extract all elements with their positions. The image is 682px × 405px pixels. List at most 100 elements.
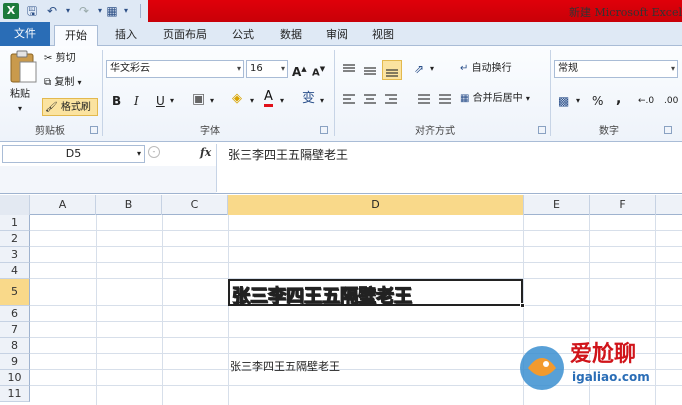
number-group-label: 数字 — [599, 126, 619, 137]
cell-d9-value[interactable]: 张三李四王五隔壁老王 — [230, 358, 340, 374]
insert-function-button[interactable]: fx — [200, 146, 211, 159]
cut-button[interactable]: ✂ 剪切 — [44, 50, 76, 68]
row-header-8[interactable]: 8 — [0, 338, 30, 354]
shrink-font-button[interactable]: A▼ — [312, 60, 325, 82]
row-header-11[interactable]: 11 — [0, 386, 30, 402]
fill-color-dropdown-icon[interactable]: ▾ — [250, 92, 254, 110]
font-color-icon[interactable]: A — [264, 90, 273, 107]
row-header-1[interactable]: 1 — [0, 215, 30, 231]
cut-label: 剪切 — [55, 53, 76, 64]
percent-button[interactable]: % — [592, 92, 603, 110]
tab-home[interactable]: 开始 — [54, 25, 98, 47]
chevron-down-icon: ▾ — [136, 149, 141, 158]
comma-button[interactable]: , — [616, 90, 621, 108]
borders-dropdown-icon[interactable]: ▾ — [210, 92, 214, 110]
select-all-button[interactable] — [0, 195, 30, 215]
column-header-a[interactable]: A — [30, 195, 96, 215]
grow-font-button[interactable]: A▲ — [292, 60, 307, 81]
watermark: 爱尬聊 igaliao.com — [512, 322, 682, 405]
phonetic-button[interactable]: 变 — [302, 90, 315, 108]
column-headers: A B C D E F — [0, 195, 682, 215]
merge-center-label: 合并后居中 — [472, 93, 523, 104]
number-format-value: 常规 — [558, 63, 578, 74]
clipboard-group-label: 剪贴板 — [35, 126, 65, 137]
copy-icon: ⧉ — [44, 77, 52, 88]
orientation-dropdown-icon[interactable]: ▾ — [430, 60, 434, 78]
underline-dropdown-icon[interactable]: ▾ — [170, 92, 174, 110]
redo-icon[interactable]: ↷ — [76, 3, 92, 19]
paste-dropdown-icon[interactable]: ▾ — [18, 100, 22, 118]
column-header-f[interactable]: F — [590, 195, 656, 215]
cell-d5-selected[interactable]: 张三李四王五隔壁老王 — [228, 279, 525, 308]
formula-input[interactable]: 张三李四王五隔壁老王 — [228, 146, 348, 163]
decrease-decimal-icon[interactable]: .00 — [664, 92, 678, 110]
merge-dropdown-icon[interactable]: ▾ — [526, 94, 530, 103]
undo-dropdown-icon[interactable]: ▾ — [60, 3, 76, 19]
alignment-launcher-icon[interactable] — [538, 126, 546, 134]
increase-decimal-icon[interactable]: ←.0 — [638, 92, 654, 110]
title-bar-highlight: 新建 Microsoft Excel — [148, 0, 682, 22]
watermark-url: igaliao.com — [572, 370, 650, 384]
bold-button[interactable]: B — [112, 92, 121, 110]
group-separator — [334, 50, 335, 136]
clipboard-launcher-icon[interactable] — [90, 126, 98, 134]
fill-handle[interactable] — [520, 303, 525, 308]
row-header-4[interactable]: 4 — [0, 263, 30, 279]
number-launcher-icon[interactable] — [664, 126, 672, 134]
tab-data[interactable]: 数据 — [272, 25, 310, 46]
bottom-align-icon — [386, 69, 398, 77]
copy-button[interactable]: ⧉ 复制 ▾ — [44, 74, 82, 92]
format-painter-button[interactable]: 🖌 格式刷 — [42, 98, 98, 116]
merge-center-button[interactable]: ▦ 合并后居中 ▾ — [460, 90, 530, 108]
tab-formulas[interactable]: 公式 — [224, 25, 262, 46]
currency-dropdown-icon[interactable]: ▾ — [576, 92, 580, 110]
row-header-5[interactable]: 5 — [0, 279, 30, 306]
tab-review[interactable]: 审阅 — [318, 25, 356, 46]
column-header-d[interactable]: D — [228, 195, 524, 215]
grid-line — [96, 215, 97, 405]
copy-dropdown-icon[interactable]: ▾ — [78, 78, 82, 87]
font-name-value: 华文彩云 — [110, 63, 150, 74]
undo-icon[interactable]: ↶ — [44, 3, 60, 19]
font-launcher-icon[interactable] — [320, 126, 328, 134]
currency-icon[interactable]: ▩ — [558, 92, 569, 110]
tab-insert[interactable]: 插入 — [108, 25, 144, 46]
name-box[interactable]: D5 ▾ — [2, 145, 145, 163]
row-header-10[interactable]: 10 — [0, 370, 30, 386]
paintbrush-icon: 🖌 — [45, 102, 58, 113]
borders-icon[interactable]: ▣ — [192, 90, 205, 108]
grid-line — [228, 215, 229, 405]
wrap-text-icon: ↵ — [460, 63, 469, 74]
font-name-select[interactable]: 华文彩云 ▾ — [106, 60, 244, 78]
number-format-select[interactable]: 常规 ▾ — [554, 60, 678, 78]
column-header-e[interactable]: E — [524, 195, 590, 215]
orientation-icon[interactable]: ⇗ — [414, 60, 424, 78]
wrap-text-button[interactable]: ↵ 自动换行 — [460, 60, 512, 78]
bottom-align-button[interactable] — [382, 60, 402, 80]
font-size-select[interactable]: 16 ▾ — [246, 60, 288, 78]
row-header-9[interactable]: 9 — [0, 354, 30, 370]
row-header-7[interactable]: 7 — [0, 322, 30, 338]
chevron-down-icon: ▾ — [236, 64, 241, 73]
row-header-6[interactable]: 6 — [0, 306, 30, 322]
paste-button[interactable]: 粘贴 ▾ — [8, 50, 40, 116]
fill-color-icon[interactable]: ◈ — [232, 90, 242, 108]
tab-page-layout[interactable]: 页面布局 — [154, 25, 216, 46]
row-header-2[interactable]: 2 — [0, 231, 30, 247]
underline-button[interactable]: U — [156, 92, 165, 110]
table-dropdown-icon[interactable]: ▾ — [118, 3, 134, 19]
cancel-entry-icon[interactable]: - — [148, 146, 160, 158]
tab-view[interactable]: 视图 — [364, 25, 402, 46]
tab-file[interactable]: 文件 — [0, 22, 50, 46]
column-header-c[interactable]: C — [162, 195, 228, 215]
column-header-b[interactable]: B — [96, 195, 162, 215]
row-header-3[interactable]: 3 — [0, 247, 30, 263]
name-box-value: D5 — [65, 147, 82, 160]
wrap-text-label: 自动换行 — [471, 63, 512, 74]
phonetic-dropdown-icon[interactable]: ▾ — [320, 92, 324, 110]
paste-icon — [10, 50, 37, 83]
save-icon[interactable]: 🖫 — [24, 3, 40, 19]
italic-button[interactable]: I — [134, 92, 139, 110]
formula-bar-separator — [216, 144, 217, 192]
font-color-dropdown-icon[interactable]: ▾ — [280, 92, 284, 110]
